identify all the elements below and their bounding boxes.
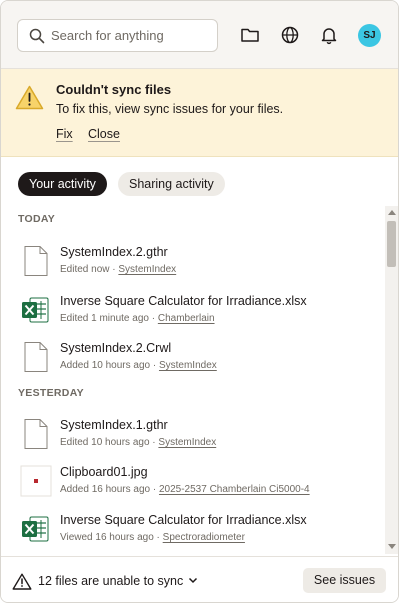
file-meta: Edited 10 hours ago · SystemIndex: [60, 437, 217, 448]
image-thumbnail-icon: [20, 465, 52, 497]
tab-your-activity[interactable]: Your activity: [18, 172, 107, 196]
section-label-yesterday: YESTERDAY: [18, 387, 84, 399]
location-link[interactable]: Chamberlain: [158, 313, 215, 324]
sync-status-footer: 12 files are unable to sync See issues: [1, 556, 398, 602]
search-placeholder: Search for anything: [51, 28, 164, 43]
list-item[interactable]: Inverse Square Calculator for Irradiance…: [1, 511, 385, 554]
file-meta: Added 10 hours ago · SystemIndex: [60, 360, 217, 371]
file-icon: [24, 342, 48, 372]
list-item[interactable]: SystemIndex.2.Crwl Added 10 hours ago · …: [1, 339, 385, 383]
scrollbar-thumb[interactable]: [387, 221, 396, 267]
file-name: Inverse Square Calculator for Irradiance…: [60, 294, 307, 308]
action-text: Added 10 hours ago: [60, 360, 151, 371]
fix-link[interactable]: Fix: [56, 127, 73, 141]
bell-icon[interactable]: [319, 25, 339, 45]
file-meta: Edited now · SystemIndex: [60, 264, 177, 275]
list-item[interactable]: Clipboard01.jpg Added 16 hours ago · 202…: [1, 463, 385, 507]
section-label-today: TODAY: [18, 213, 56, 225]
list-item[interactable]: SystemIndex.2.gthr Edited now · SystemIn…: [1, 243, 385, 287]
scroll-up-arrow-icon[interactable]: [388, 210, 396, 215]
file-name: SystemIndex.2.gthr: [60, 245, 168, 259]
close-link[interactable]: Close: [88, 127, 120, 141]
action-text: Edited now: [60, 264, 110, 275]
search-input[interactable]: Search for anything: [17, 19, 218, 52]
avatar[interactable]: SJ: [358, 24, 381, 47]
file-meta: Viewed 16 hours ago · Spectroradiometer: [60, 532, 245, 543]
file-meta: Added 16 hours ago · 2025-2537 Chamberla…: [60, 484, 310, 495]
excel-icon: [22, 516, 49, 542]
warning-icon: [15, 85, 44, 110]
banner-title: Couldn't sync files: [56, 82, 172, 97]
excel-icon: [22, 297, 49, 323]
list-item[interactable]: SystemIndex.1.gthr Edited 10 hours ago ·…: [1, 416, 385, 460]
file-name: Clipboard01.jpg: [60, 465, 148, 479]
banner-description: To fix this, view sync issues for your f…: [56, 102, 284, 116]
sync-status-text[interactable]: 12 files are unable to sync: [38, 574, 183, 588]
list-item[interactable]: Inverse Square Calculator for Irradiance…: [1, 292, 385, 336]
location-link[interactable]: 2025-2537 Chamberlain Ci5000-4: [159, 484, 310, 495]
see-issues-button[interactable]: See issues: [303, 568, 386, 593]
file-icon: [24, 419, 48, 449]
folder-icon[interactable]: [240, 25, 260, 45]
activity-list: TODAY SystemIndex.2.gthr Edited now · Sy…: [1, 206, 385, 554]
file-name: Inverse Square Calculator for Irradiance…: [60, 513, 307, 527]
scroll-down-arrow-icon[interactable]: [388, 544, 396, 549]
file-name: SystemIndex.2.Crwl: [60, 341, 172, 355]
location-link[interactable]: SystemIndex: [118, 264, 176, 275]
action-text: Viewed 16 hours ago: [60, 532, 154, 543]
action-text: Added 16 hours ago: [60, 484, 151, 495]
action-text: Edited 1 minute ago: [60, 313, 149, 324]
activity-panel: Search for anything SJ Couldn't sync fil…: [0, 0, 399, 603]
location-link[interactable]: SystemIndex: [158, 437, 216, 448]
chevron-down-icon[interactable]: [188, 577, 198, 584]
header-bar: Search for anything SJ: [1, 1, 398, 69]
action-text: Edited 10 hours ago: [60, 437, 150, 448]
file-meta: Edited 1 minute ago · Chamberlain: [60, 313, 215, 324]
search-icon: [29, 28, 45, 44]
file-icon: [24, 246, 48, 276]
location-link[interactable]: SystemIndex: [159, 360, 217, 371]
file-name: SystemIndex.1.gthr: [60, 418, 168, 432]
globe-icon[interactable]: [280, 25, 300, 45]
tab-sharing-activity[interactable]: Sharing activity: [118, 172, 225, 196]
location-link[interactable]: Spectroradiometer: [163, 532, 245, 543]
sync-warning-banner: Couldn't sync files To fix this, view sy…: [1, 69, 398, 157]
warning-icon: [12, 573, 32, 590]
